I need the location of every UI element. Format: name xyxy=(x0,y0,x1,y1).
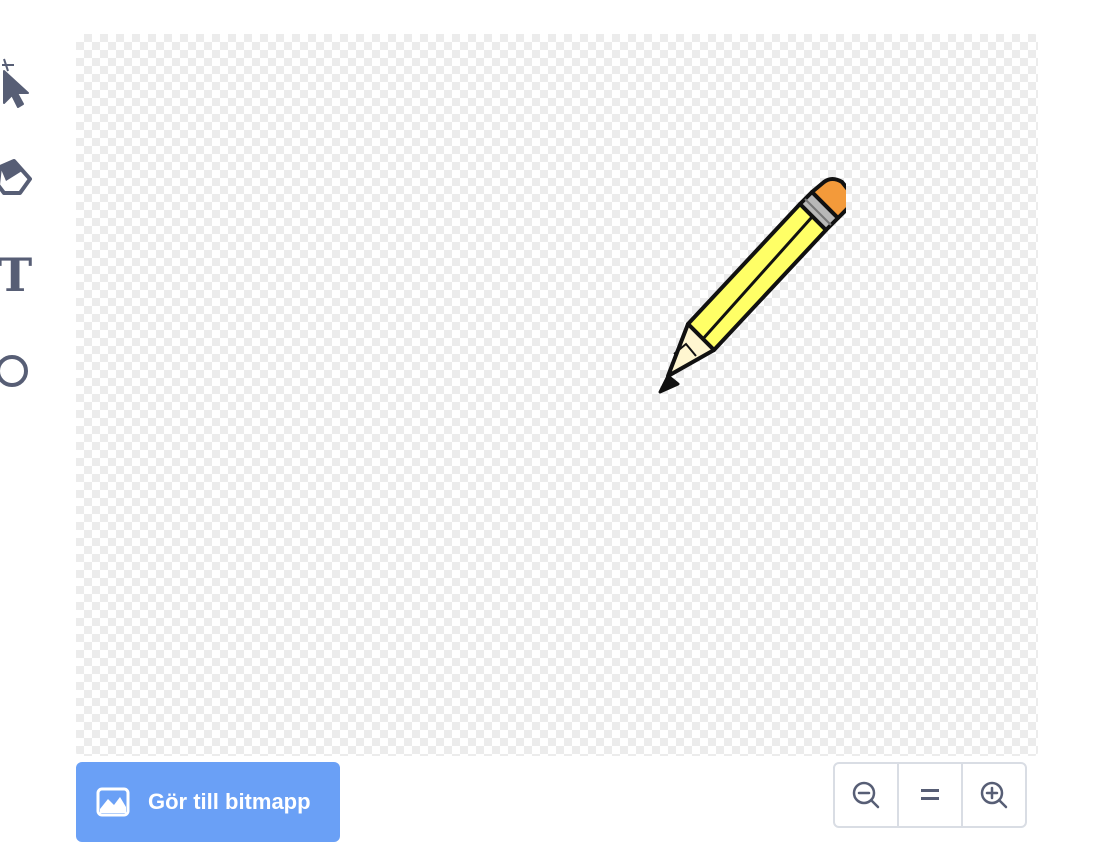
zoom-out-button[interactable] xyxy=(835,764,897,826)
tool-eraser[interactable] xyxy=(0,156,42,206)
tool-circle[interactable] xyxy=(0,346,42,396)
zoom-reset-icon xyxy=(921,789,939,800)
reshape-cursor-icon xyxy=(2,58,29,108)
zoom-out-icon xyxy=(852,781,880,809)
convert-to-bitmap-button[interactable]: Gör till bitmapp xyxy=(76,762,340,842)
convert-to-bitmap-label: Gör till bitmapp xyxy=(148,789,311,814)
tool-text[interactable]: T xyxy=(0,250,42,300)
zoom-in-button[interactable] xyxy=(961,764,1025,826)
tool-select[interactable] xyxy=(0,58,42,110)
zoom-controls xyxy=(833,762,1027,828)
text-icon: T xyxy=(0,248,33,302)
eraser-icon xyxy=(0,159,32,195)
zoom-in-icon xyxy=(980,781,1008,809)
zoom-reset-button[interactable] xyxy=(897,764,961,826)
tool-panel: T xyxy=(0,0,60,420)
circle-icon xyxy=(0,355,28,387)
paint-canvas[interactable] xyxy=(76,34,1038,756)
pencil-sprite[interactable] xyxy=(556,154,846,404)
bitmap-image-icon xyxy=(96,787,130,817)
